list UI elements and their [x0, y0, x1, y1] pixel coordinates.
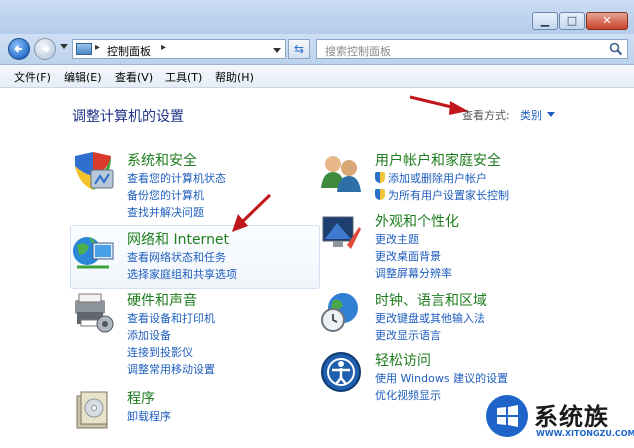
clock-region-icon [321, 293, 358, 332]
system-security-icon [75, 152, 114, 190]
control-panel-icon [76, 43, 92, 55]
watermark: 系统族 WWW.XITONGZU.COM [478, 393, 634, 448]
back-arrow-icon [14, 45, 22, 53]
view-by-dropdown[interactable]: 类别 [520, 107, 542, 123]
programs-icon [76, 391, 108, 429]
link-view-computer-status[interactable]: 查看您的计算机状态 [127, 170, 226, 186]
breadcrumb-control-panel[interactable]: 控制面板 [107, 43, 151, 59]
minimize-icon: ▁ [540, 14, 550, 27]
refresh-button[interactable]: ⇆ [288, 39, 310, 59]
shield-icon [375, 172, 385, 183]
category-title[interactable]: 硬件和声音 [127, 290, 197, 310]
menu-tools[interactable]: 工具(T) [165, 69, 202, 85]
category-title[interactable]: 时钟、语言和区域 [375, 290, 487, 310]
link-add-device[interactable]: 添加设备 [127, 327, 171, 343]
category-title[interactable]: 网络和 Internet [127, 229, 229, 249]
category-network-internet: 网络和 Internet 查看网络状态和任务 选择家庭组和共享选项 [71, 229, 321, 284]
link-keyboard-input[interactable]: 更改键盘或其他输入法 [375, 310, 485, 326]
title-bar: ▁ □ ✕ [0, 0, 634, 34]
annotation-arrow-view-by [409, 95, 468, 115]
search-placeholder: 搜索控制面板 [325, 45, 391, 58]
menu-help[interactable]: 帮助(H) [215, 69, 254, 85]
link-change-theme[interactable]: 更改主题 [375, 231, 419, 247]
link-optimize-display[interactable]: 优化视频显示 [375, 387, 441, 403]
hardware-sound-icon [75, 293, 114, 333]
back-button[interactable] [8, 38, 30, 60]
category-clock-region: 时钟、语言和区域 更改键盘或其他输入法 更改显示语言 [319, 290, 579, 345]
appearance-icon [322, 216, 361, 249]
search-icon[interactable] [609, 42, 623, 56]
category-title[interactable]: 轻松访问 [375, 350, 431, 370]
category-user-accounts: 用户帐户和家庭安全 添加或删除用户帐户 为所有用户设置家长控制 [319, 150, 579, 205]
close-icon: ✕ [602, 14, 612, 27]
link-display-language[interactable]: 更改显示语言 [375, 327, 441, 343]
maximize-button[interactable]: □ [559, 12, 585, 30]
ease-of-access-icon [321, 352, 361, 392]
address-dropdown-icon[interactable] [273, 48, 281, 53]
menu-bar: 文件(F) 编辑(E) 查看(V) 工具(T) 帮助(H) [0, 65, 634, 88]
link-windows-recommended[interactable]: 使用 Windows 建议的设置 [375, 370, 508, 386]
recent-pages-dropdown[interactable] [60, 44, 68, 49]
link-uninstall-program[interactable]: 卸载程序 [127, 408, 171, 424]
category-appearance: 外观和个性化 更改主题 更改桌面背景 调整屏幕分辨率 [319, 211, 579, 281]
link-homegroup-sharing[interactable]: 选择家庭组和共享选项 [127, 266, 237, 282]
window-controls: ▁ □ ✕ [532, 12, 628, 30]
maximize-icon: □ [566, 14, 578, 27]
annotation-arrow-network [232, 193, 272, 232]
link-desktop-background[interactable]: 更改桌面背景 [375, 248, 441, 264]
category-programs: 程序 卸载程序 [71, 388, 321, 438]
link-find-fix-problems[interactable]: 查找并解决问题 [127, 204, 204, 220]
category-title[interactable]: 用户帐户和家庭安全 [375, 150, 501, 170]
category-hardware-sound: 硬件和声音 查看设备和打印机 添加设备 连接到投影仪 调整常用移动设置 [71, 290, 321, 378]
search-input[interactable]: 搜索控制面板 [316, 39, 628, 59]
link-screen-resolution[interactable]: 调整屏幕分辨率 [375, 265, 452, 281]
close-button[interactable]: ✕ [586, 12, 628, 30]
forward-button[interactable] [34, 38, 56, 60]
category-system-security: 系统和安全 查看您的计算机状态 备份您的计算机 查找并解决问题 [71, 150, 321, 220]
category-title[interactable]: 程序 [127, 388, 155, 408]
menu-view[interactable]: 查看(V) [115, 69, 153, 85]
network-internet-icon [73, 237, 114, 269]
chevron-down-icon[interactable] [547, 112, 555, 117]
link-mobility-settings[interactable]: 调整常用移动设置 [127, 361, 215, 377]
link-backup-computer[interactable]: 备份您的计算机 [127, 187, 204, 203]
menu-edit[interactable]: 编辑(E) [64, 69, 102, 85]
page-title: 调整计算机的设置 [72, 109, 184, 125]
link-add-remove-accounts[interactable]: 添加或删除用户帐户 [375, 170, 487, 186]
watermark-name: 系统族 [534, 403, 609, 431]
forward-arrow-icon [42, 45, 50, 53]
breadcrumb-separator[interactable]: ▸ [161, 42, 166, 53]
refresh-icon: ⇆ [293, 42, 305, 56]
link-connect-projector[interactable]: 连接到投影仪 [127, 344, 193, 360]
shield-icon [375, 189, 385, 200]
link-parental-controls[interactable]: 为所有用户设置家长控制 [375, 187, 509, 203]
link-devices-printers[interactable]: 查看设备和打印机 [127, 310, 215, 326]
link-view-network-status[interactable]: 查看网络状态和任务 [127, 249, 226, 265]
breadcrumb-separator[interactable]: ▸ [95, 42, 100, 53]
user-accounts-icon [321, 156, 361, 192]
navigation-bar: ▸ 控制面板 ▸ ⇆ 搜索控制面板 [0, 34, 634, 65]
category-title[interactable]: 系统和安全 [127, 150, 197, 170]
watermark-url: WWW.XITONGZU.COM [536, 429, 634, 438]
windows-flag-icon [497, 405, 518, 427]
windows-logo-icon [486, 395, 528, 437]
menu-file[interactable]: 文件(F) [14, 69, 51, 85]
category-title[interactable]: 外观和个性化 [375, 211, 459, 231]
address-bar[interactable]: ▸ 控制面板 ▸ [72, 39, 286, 59]
minimize-button[interactable]: ▁ [532, 12, 558, 30]
